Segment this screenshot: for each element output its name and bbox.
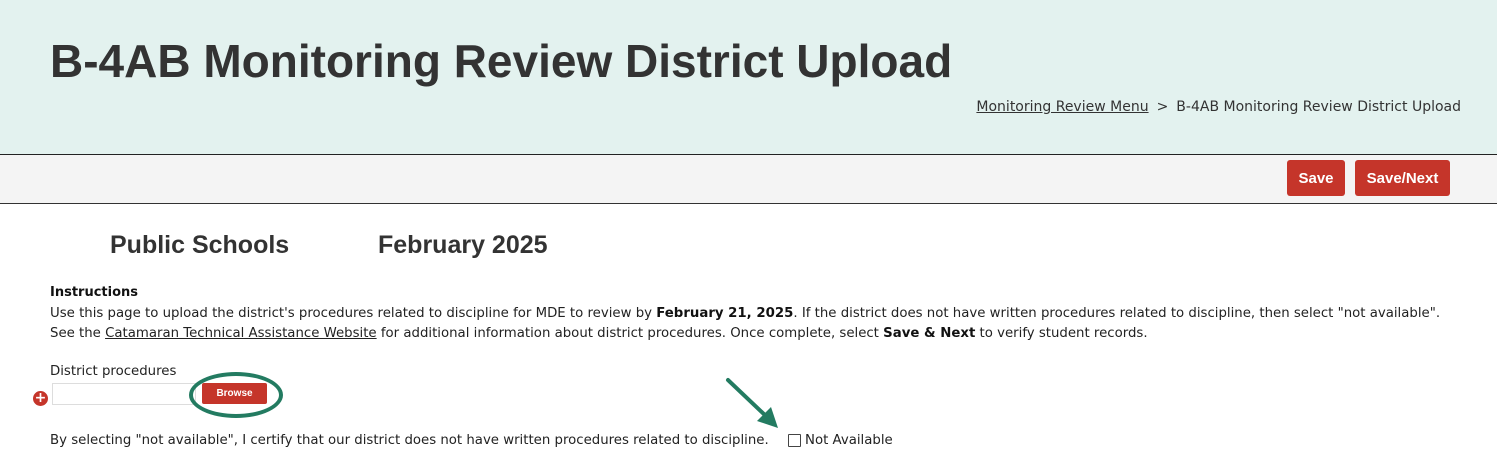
plus-circle-icon[interactable]: + bbox=[33, 391, 48, 406]
not-available-certification-text: By selecting "not available", I certify … bbox=[50, 433, 769, 448]
instructions-text: Use this page to upload the district's p… bbox=[50, 304, 1460, 344]
review-period: February 2025 bbox=[378, 231, 548, 259]
file-path-field[interactable] bbox=[52, 383, 196, 405]
instructions-text-1: Use this page to upload the district's p… bbox=[50, 306, 657, 321]
technical-assistance-link[interactable]: Catamaran Technical Assistance Website bbox=[105, 326, 377, 341]
instructions-deadline: February 21, 2025 bbox=[656, 306, 794, 321]
not-available-label[interactable]: Not Available bbox=[805, 433, 893, 448]
organization-name: Public Schools bbox=[110, 231, 290, 259]
breadcrumb-link-monitoring-review-menu[interactable]: Monitoring Review Menu bbox=[976, 99, 1148, 115]
district-procedures-label: District procedures bbox=[50, 364, 177, 379]
instructions-heading: Instructions bbox=[50, 285, 139, 300]
breadcrumb-current: B-4AB Monitoring Review District Upload bbox=[1176, 99, 1461, 115]
arrow-annotation-icon bbox=[726, 378, 778, 428]
save-button[interactable]: Save bbox=[1287, 160, 1345, 196]
page-title: B-4AB Monitoring Review District Upload bbox=[50, 35, 953, 87]
breadcrumb: Monitoring Review Menu > B-4AB Monitoring … bbox=[976, 99, 1461, 115]
browse-button[interactable]: Browse bbox=[202, 383, 267, 404]
instructions-text-4: to verify student records. bbox=[975, 326, 1148, 341]
page-header: B-4AB Monitoring Review District Upload … bbox=[0, 0, 1497, 155]
breadcrumb-separator: > bbox=[1156, 99, 1169, 115]
action-toolbar: Save Save/Next bbox=[0, 155, 1497, 204]
instructions-save-next-reference: Save & Next bbox=[883, 326, 976, 341]
save-next-button[interactable]: Save/Next bbox=[1355, 160, 1450, 196]
instructions-text-3: for additional information about distric… bbox=[376, 326, 884, 341]
not-available-checkbox[interactable] bbox=[788, 434, 801, 447]
